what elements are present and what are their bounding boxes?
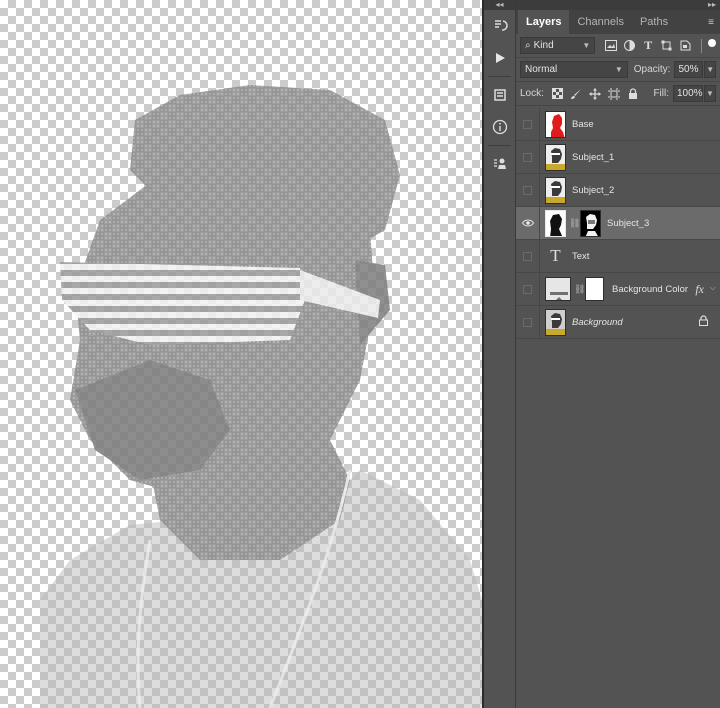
fill-slider-toggle[interactable]: ▼ (704, 85, 716, 102)
layer-name: Base (572, 118, 594, 130)
opacity-slider-toggle[interactable]: ▼ (704, 61, 716, 78)
layer-row-subject-3[interactable]: ⛓ Subject_3 (516, 206, 720, 240)
layer-row-subject-2[interactable]: Subject_2 (516, 173, 720, 207)
filter-adjustment-layers-icon[interactable] (620, 37, 639, 54)
info-icon[interactable] (484, 111, 516, 143)
layer-mask-thumbnail[interactable] (585, 277, 604, 301)
chevron-down-icon: ▼ (614, 65, 623, 74)
layer-row-subject-1[interactable]: Subject_1 (516, 140, 720, 174)
lock-transparent-pixels-icon[interactable] (548, 88, 567, 99)
layer-thumbnail (545, 143, 566, 171)
layer-effects-icon[interactable]: fx (695, 282, 704, 297)
lock-label: Lock: (520, 88, 544, 99)
tab-layers[interactable]: Layers (518, 10, 570, 34)
link-icon[interactable]: ⛓ (574, 284, 585, 295)
filter-type-layers-icon[interactable]: T (639, 37, 658, 54)
lock-icon[interactable] (699, 315, 708, 329)
layer-name: Text (572, 250, 590, 262)
visibility-toggle[interactable] (516, 239, 540, 273)
blend-mode-value: Normal (525, 64, 558, 75)
layer-name: Background Color (612, 283, 689, 295)
visibility-toggle[interactable] (516, 206, 540, 240)
filter-pixel-layers-icon[interactable] (601, 37, 620, 54)
visibility-toggle[interactable] (516, 305, 540, 339)
halftone-portrait-artwork (40, 85, 482, 708)
layer-row-text[interactable]: T Text (516, 239, 720, 273)
link-icon[interactable]: ⛓ (569, 218, 580, 229)
layer-thumbnail (545, 110, 566, 138)
visibility-toggle[interactable] (516, 173, 540, 207)
layer-name: Subject_3 (607, 217, 650, 229)
tab-paths[interactable]: Paths (632, 10, 676, 34)
layer-mask-thumbnail[interactable] (580, 209, 601, 237)
blend-mode-dropdown[interactable]: Normal ▼ (520, 61, 628, 78)
document-canvas[interactable] (0, 0, 482, 708)
properties-icon[interactable] (484, 79, 516, 111)
type-layer-icon: T (550, 246, 561, 265)
fill-input[interactable]: 100% (673, 85, 703, 102)
layers-panel: ▸▸ Layers Channels Paths ≡ ⌕ Kind ▼ T No… (516, 0, 720, 708)
visibility-toggle[interactable] (516, 140, 540, 174)
tab-channels[interactable]: Channels (569, 10, 631, 34)
lock-all-icon[interactable] (624, 87, 643, 100)
lock-artboard-icon[interactable] (605, 87, 624, 100)
eye-icon (521, 219, 534, 227)
collapsed-panel-strip: ◂◂ (484, 0, 516, 708)
lock-row: Lock: Fill: 100% ▼ (516, 82, 720, 106)
layer-name: Subject_1 (572, 151, 615, 163)
layer-row-base[interactable]: Base (516, 107, 720, 141)
strip-separator (488, 145, 511, 146)
filter-toggle-divider (697, 37, 705, 54)
filter-smart-objects-icon[interactable] (676, 37, 695, 54)
layer-name: Subject_2 (572, 184, 615, 196)
layer-thumbnail (545, 176, 566, 204)
layer-row-background-color[interactable]: ⛓ Background Color fx ⌵ (516, 272, 720, 306)
filter-kind-label: Kind (533, 40, 554, 51)
fill-label: Fill: (653, 88, 669, 99)
filter-kind-dropdown[interactable]: ⌕ Kind ▼ (520, 37, 596, 54)
visibility-toggle[interactable] (516, 272, 540, 306)
visibility-toggle[interactable] (516, 107, 540, 141)
chevron-down-icon: ▼ (582, 41, 591, 50)
opacity-input[interactable]: 50% (674, 61, 704, 78)
lock-image-pixels-icon[interactable] (567, 88, 586, 100)
blend-row: Normal ▼ Opacity: 50% ▼ (516, 58, 720, 82)
layer-filter-row: ⌕ Kind ▼ T (516, 34, 720, 58)
layer-thumbnail (545, 209, 566, 237)
opacity-label: Opacity: (633, 64, 671, 75)
layer-row-background[interactable]: Background (516, 305, 720, 339)
strip-separator (488, 76, 511, 77)
filter-shape-layers-icon[interactable] (658, 37, 677, 54)
search-icon: ⌕ (525, 40, 531, 51)
layer-thumbnail (545, 308, 566, 336)
filter-toggle-switch[interactable] (708, 38, 716, 47)
chevron-down-icon[interactable]: ⌵ (710, 283, 716, 293)
panel-tabs: Layers Channels Paths ≡ (516, 10, 720, 34)
layer-name: Background (572, 316, 623, 328)
panel-menu-icon[interactable]: ≡ (708, 17, 714, 28)
collapse-panels-button[interactable]: ◂◂ (484, 0, 515, 10)
lock-position-icon[interactable] (586, 87, 605, 100)
layers-list: Base Subject_1 Subject_2 ⛓ Subject_3 T T… (516, 107, 720, 339)
clone-source-icon[interactable] (484, 148, 516, 180)
expand-panels-button[interactable]: ▸▸ (516, 0, 720, 10)
play-action-icon[interactable] (484, 42, 516, 74)
layer-thumbnail (545, 277, 571, 301)
photoshop-window: ◂◂ ▸▸ Layers Channels Paths ≡ ⌕ Kind ▼ T… (0, 0, 720, 708)
history-brush-icon[interactable] (484, 10, 516, 42)
